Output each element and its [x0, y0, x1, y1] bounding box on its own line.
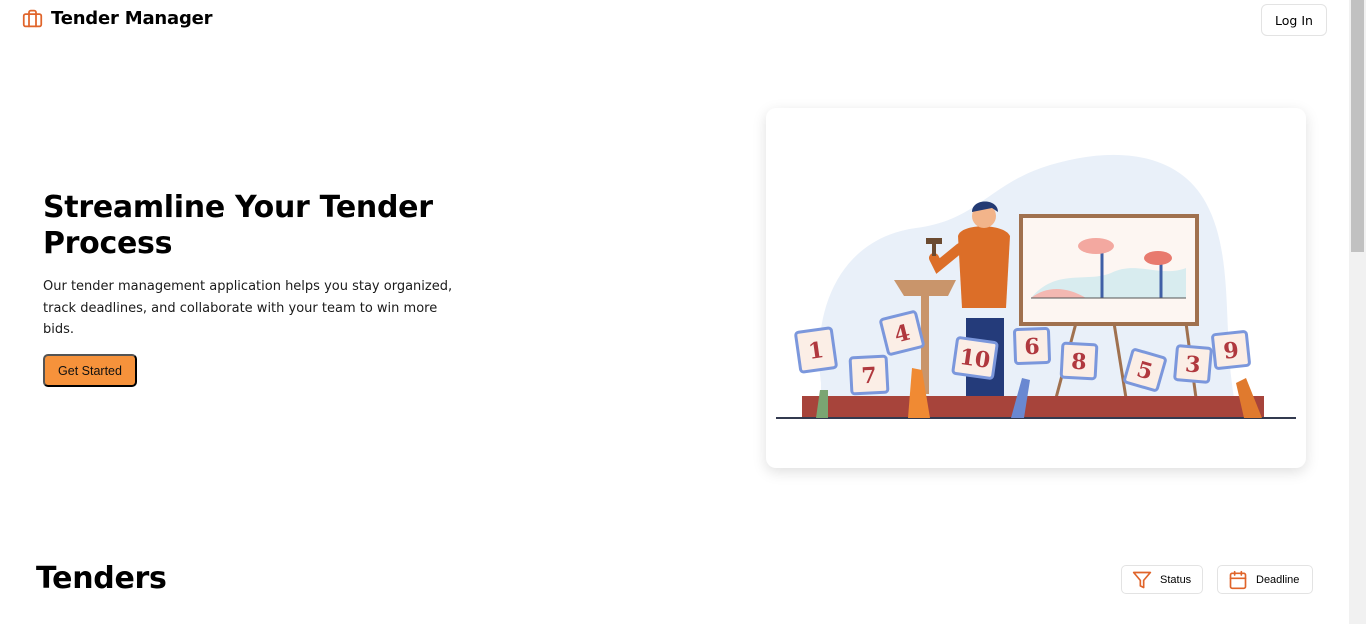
- filter-icon: [1132, 571, 1152, 588]
- hero-illustration-card: 1 7 4 10 6 8 5 3 9: [766, 108, 1306, 468]
- scrollbar-thumb[interactable]: [1351, 0, 1364, 252]
- auction-illustration: 1 7 4 10 6 8 5 3 9: [776, 154, 1296, 419]
- hero-title: Streamline Your Tender Process: [43, 190, 433, 261]
- tenders-title: Tenders: [36, 561, 167, 596]
- status-filter-label: Status: [1160, 573, 1192, 586]
- status-filter-button[interactable]: Status: [1121, 565, 1203, 594]
- calendar-icon: [1229, 570, 1247, 589]
- get-started-button[interactable]: Get Started: [43, 354, 137, 387]
- sign-number: 9: [1222, 337, 1240, 364]
- hero-description: Our tender management application helps …: [43, 279, 453, 337]
- sign-number: 7: [861, 363, 878, 390]
- app-title: Tender Manager: [51, 8, 213, 29]
- sign-number: 3: [1184, 351, 1202, 378]
- logo[interactable]: Tender Manager: [22, 8, 213, 29]
- deadline-filter-label: Deadline: [1256, 573, 1300, 586]
- briefcase-icon: [22, 9, 43, 28]
- deadline-filter-button[interactable]: Deadline: [1217, 565, 1313, 594]
- sign-number: 8: [1071, 349, 1088, 376]
- sign-number: 6: [1024, 334, 1040, 361]
- page-scrollbar[interactable]: [1349, 0, 1366, 624]
- sign-number: 10: [958, 344, 992, 374]
- login-button[interactable]: Log In: [1261, 4, 1327, 36]
- top-nav: Tender Manager Log In: [0, 0, 1349, 40]
